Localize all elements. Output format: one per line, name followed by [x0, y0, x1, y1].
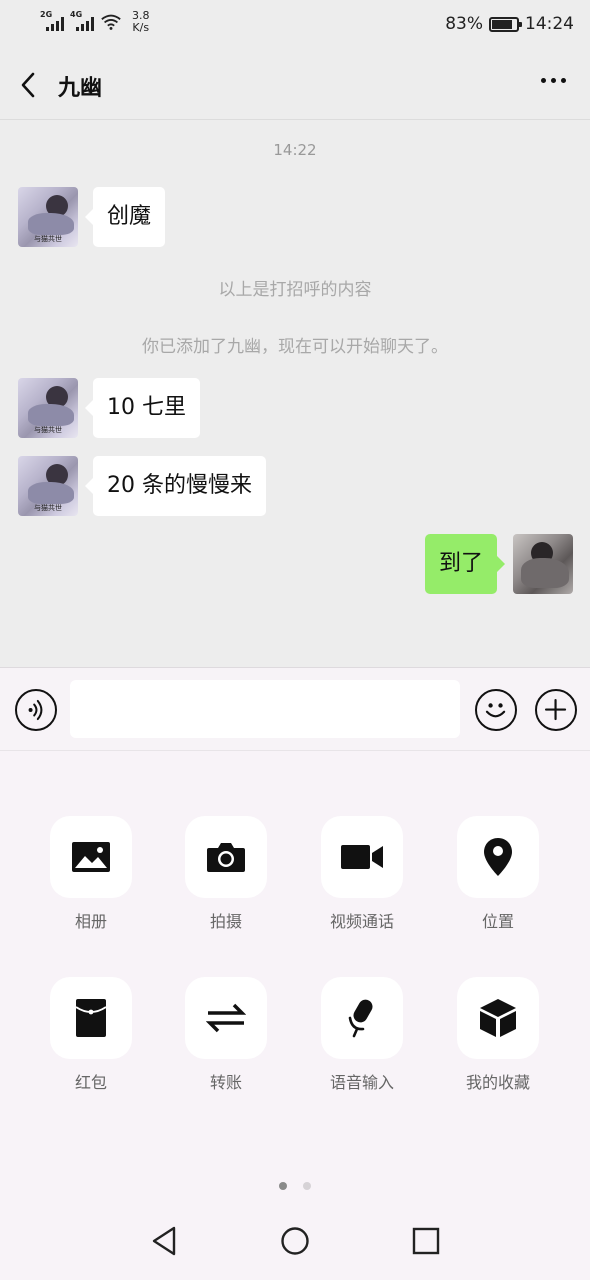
message-bubble[interactable]: 创魔	[84, 187, 166, 247]
network-speed: 3.8 K/s	[132, 10, 150, 34]
tile-video-call[interactable]: 视频通话	[302, 816, 422, 932]
system-note: 以上是打招呼的内容	[218, 280, 372, 300]
red-packet-icon	[76, 999, 106, 1037]
tile-label: 位置	[481, 912, 514, 931]
wifi-icon	[101, 14, 121, 30]
tile-label: 视频通话	[329, 912, 394, 931]
message-row-received: 与猫共世 20 条的慢慢来	[18, 456, 266, 516]
page-indicator	[0, 1182, 590, 1190]
tile-transfer[interactable]: 转账	[166, 977, 286, 1093]
message-row-sent: 到了	[424, 534, 573, 594]
back-arrow-icon[interactable]	[14, 70, 44, 100]
emoji-icon[interactable]	[475, 689, 517, 731]
chat-title: 九幽	[58, 76, 103, 101]
microphone-icon	[348, 999, 373, 1038]
function-panel: 相册 拍摄 视频通话 位置 红包 转账 语音输入 我的收藏	[0, 751, 590, 1200]
album-icon	[72, 842, 110, 872]
system-note: 你已添加了九幽，现在可以开始聊天了。	[142, 337, 448, 357]
more-options-icon[interactable]	[541, 78, 566, 83]
signal-2g-icon: 2G	[40, 10, 64, 31]
camera-icon	[207, 843, 245, 872]
message-timestamp: 14:22	[273, 141, 317, 159]
tile-label: 红包	[74, 1073, 107, 1092]
tile-label: 我的收藏	[465, 1073, 530, 1092]
tile-favorites[interactable]: 我的收藏	[438, 977, 558, 1093]
page-dot-active[interactable]	[279, 1182, 287, 1190]
voice-mode-icon[interactable]	[15, 689, 57, 731]
avatar-caption: 与猫共世	[34, 504, 62, 512]
contact-avatar[interactable]: 与猫共世	[18, 378, 78, 438]
network-type-2g: 2G	[40, 10, 53, 19]
input-bar	[0, 667, 590, 751]
nav-back-icon[interactable]	[148, 1224, 182, 1258]
tile-label: 相册	[74, 912, 107, 931]
favorites-icon	[480, 999, 516, 1037]
location-icon	[484, 838, 512, 876]
contact-avatar[interactable]: 与猫共世	[18, 187, 78, 247]
page-dot[interactable]	[303, 1182, 311, 1190]
message-list[interactable]: 14:22 与猫共世 创魔 以上是打招呼的内容 你已添加了九幽，现在可以开始聊天…	[0, 121, 590, 667]
battery-percent: 83%	[445, 14, 483, 34]
message-row-received: 与猫共世 10 七里	[18, 378, 200, 438]
my-avatar[interactable]	[513, 534, 573, 594]
video-call-icon	[341, 845, 383, 869]
tile-location[interactable]: 位置	[438, 816, 558, 932]
avatar-caption: 与猫共世	[34, 235, 62, 243]
nav-home-icon[interactable]	[278, 1224, 312, 1258]
tile-album[interactable]: 相册	[31, 816, 151, 932]
clock: 14:24	[525, 14, 574, 34]
nav-recents-icon[interactable]	[409, 1224, 443, 1258]
battery-icon	[489, 16, 522, 32]
tile-voice-input[interactable]: 语音输入	[302, 977, 422, 1093]
system-navigation-bar	[0, 1200, 590, 1280]
more-functions-plus-icon[interactable]	[535, 689, 577, 731]
tile-label: 拍摄	[209, 912, 242, 931]
message-bubble-sent[interactable]: 到了	[424, 534, 506, 594]
message-bubble[interactable]: 20 条的慢慢来	[85, 456, 266, 516]
tile-camera[interactable]: 拍摄	[166, 816, 286, 932]
status-bar: 2G 4G 3.8 K/s 83% 14:24	[0, 0, 590, 50]
contact-avatar[interactable]: 与猫共世	[18, 456, 78, 516]
message-bubble[interactable]: 10 七里	[85, 378, 200, 438]
chat-header: 九幽	[0, 50, 590, 120]
speed-unit: K/s	[132, 21, 150, 34]
tile-red-packet[interactable]: 红包	[31, 977, 151, 1093]
message-input[interactable]	[70, 680, 460, 738]
network-type-4g: 4G	[70, 10, 83, 19]
tile-label: 语音输入	[329, 1073, 394, 1092]
transfer-icon	[206, 1003, 246, 1033]
tile-label: 转账	[209, 1073, 242, 1092]
avatar-caption: 与猫共世	[34, 426, 62, 434]
message-row-received: 与猫共世 创魔	[18, 187, 166, 247]
signal-4g-icon: 4G	[70, 10, 94, 31]
